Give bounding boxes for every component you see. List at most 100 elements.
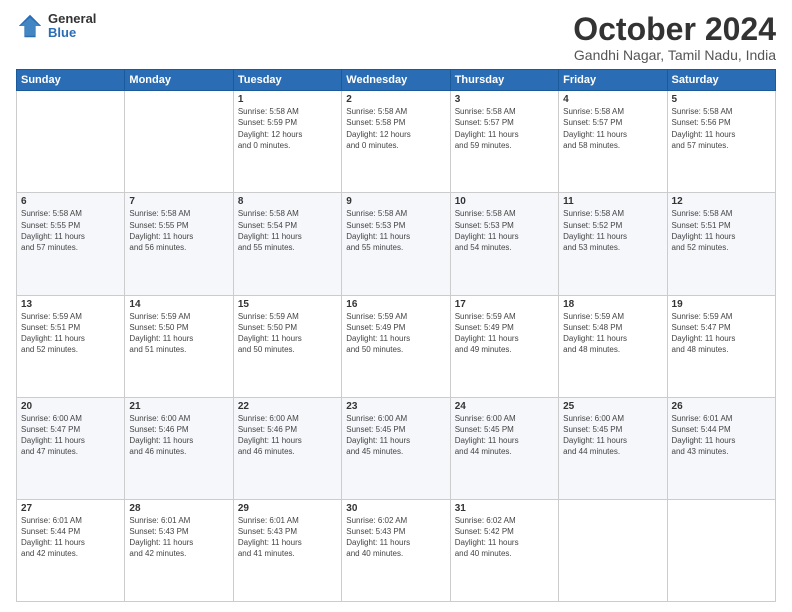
location: Gandhi Nagar, Tamil Nadu, India (573, 47, 776, 63)
day-info: Sunrise: 6:00 AM Sunset: 5:46 PM Dayligh… (238, 413, 337, 458)
day-number: 25 (563, 401, 662, 412)
day-info: Sunrise: 5:59 AM Sunset: 5:49 PM Dayligh… (346, 311, 445, 356)
logo-text: General Blue (48, 12, 96, 41)
day-info: Sunrise: 6:01 AM Sunset: 5:44 PM Dayligh… (672, 413, 771, 458)
day-info: Sunrise: 6:02 AM Sunset: 5:43 PM Dayligh… (346, 515, 445, 560)
day-number: 30 (346, 503, 445, 514)
day-number: 12 (672, 196, 771, 207)
calendar-cell: 23Sunrise: 6:00 AM Sunset: 5:45 PM Dayli… (342, 397, 450, 499)
day-number: 5 (672, 94, 771, 105)
day-info: Sunrise: 5:58 AM Sunset: 5:59 PM Dayligh… (238, 106, 337, 151)
day-number: 18 (563, 299, 662, 310)
day-info: Sunrise: 5:58 AM Sunset: 5:56 PM Dayligh… (672, 106, 771, 151)
day-number: 24 (455, 401, 554, 412)
calendar-cell: 24Sunrise: 6:00 AM Sunset: 5:45 PM Dayli… (450, 397, 558, 499)
day-number: 16 (346, 299, 445, 310)
calendar-week-2: 6Sunrise: 5:58 AM Sunset: 5:55 PM Daylig… (17, 193, 776, 295)
day-info: Sunrise: 5:58 AM Sunset: 5:52 PM Dayligh… (563, 208, 662, 253)
calendar-cell: 25Sunrise: 6:00 AM Sunset: 5:45 PM Dayli… (559, 397, 667, 499)
day-number: 19 (672, 299, 771, 310)
day-number: 27 (21, 503, 120, 514)
day-info: Sunrise: 5:58 AM Sunset: 5:57 PM Dayligh… (563, 106, 662, 151)
day-number: 15 (238, 299, 337, 310)
calendar-cell: 5Sunrise: 5:58 AM Sunset: 5:56 PM Daylig… (667, 91, 775, 193)
day-info: Sunrise: 5:58 AM Sunset: 5:53 PM Dayligh… (346, 208, 445, 253)
day-info: Sunrise: 5:59 AM Sunset: 5:51 PM Dayligh… (21, 311, 120, 356)
day-number: 11 (563, 196, 662, 207)
calendar-week-3: 13Sunrise: 5:59 AM Sunset: 5:51 PM Dayli… (17, 295, 776, 397)
title-block: October 2024 Gandhi Nagar, Tamil Nadu, I… (573, 12, 776, 63)
day-number: 22 (238, 401, 337, 412)
calendar-header-thursday: Thursday (450, 70, 558, 91)
calendar-cell (667, 499, 775, 601)
calendar-cell: 4Sunrise: 5:58 AM Sunset: 5:57 PM Daylig… (559, 91, 667, 193)
day-number: 31 (455, 503, 554, 514)
day-info: Sunrise: 5:58 AM Sunset: 5:51 PM Dayligh… (672, 208, 771, 253)
calendar-cell: 21Sunrise: 6:00 AM Sunset: 5:46 PM Dayli… (125, 397, 233, 499)
calendar-header-monday: Monday (125, 70, 233, 91)
logo: General Blue (16, 12, 96, 41)
day-info: Sunrise: 6:00 AM Sunset: 5:45 PM Dayligh… (455, 413, 554, 458)
day-number: 20 (21, 401, 120, 412)
calendar-cell: 9Sunrise: 5:58 AM Sunset: 5:53 PM Daylig… (342, 193, 450, 295)
calendar-cell: 6Sunrise: 5:58 AM Sunset: 5:55 PM Daylig… (17, 193, 125, 295)
calendar-week-1: 1Sunrise: 5:58 AM Sunset: 5:59 PM Daylig… (17, 91, 776, 193)
day-info: Sunrise: 6:01 AM Sunset: 5:44 PM Dayligh… (21, 515, 120, 560)
day-number: 6 (21, 196, 120, 207)
calendar-header-sunday: Sunday (17, 70, 125, 91)
calendar-cell: 15Sunrise: 5:59 AM Sunset: 5:50 PM Dayli… (233, 295, 341, 397)
calendar-cell: 2Sunrise: 5:58 AM Sunset: 5:58 PM Daylig… (342, 91, 450, 193)
day-number: 10 (455, 196, 554, 207)
calendar-cell: 10Sunrise: 5:58 AM Sunset: 5:53 PM Dayli… (450, 193, 558, 295)
day-info: Sunrise: 6:01 AM Sunset: 5:43 PM Dayligh… (129, 515, 228, 560)
calendar-header-tuesday: Tuesday (233, 70, 341, 91)
day-number: 4 (563, 94, 662, 105)
calendar-cell (125, 91, 233, 193)
calendar-cell: 22Sunrise: 6:00 AM Sunset: 5:46 PM Dayli… (233, 397, 341, 499)
calendar-week-5: 27Sunrise: 6:01 AM Sunset: 5:44 PM Dayli… (17, 499, 776, 601)
calendar-header-wednesday: Wednesday (342, 70, 450, 91)
calendar-cell: 28Sunrise: 6:01 AM Sunset: 5:43 PM Dayli… (125, 499, 233, 601)
day-info: Sunrise: 5:58 AM Sunset: 5:58 PM Dayligh… (346, 106, 445, 151)
day-info: Sunrise: 5:58 AM Sunset: 5:55 PM Dayligh… (129, 208, 228, 253)
day-number: 13 (21, 299, 120, 310)
day-number: 2 (346, 94, 445, 105)
calendar-cell: 20Sunrise: 6:00 AM Sunset: 5:47 PM Dayli… (17, 397, 125, 499)
month-title: October 2024 (573, 12, 776, 47)
day-info: Sunrise: 6:01 AM Sunset: 5:43 PM Dayligh… (238, 515, 337, 560)
calendar-week-4: 20Sunrise: 6:00 AM Sunset: 5:47 PM Dayli… (17, 397, 776, 499)
day-number: 1 (238, 94, 337, 105)
calendar-cell: 13Sunrise: 5:59 AM Sunset: 5:51 PM Dayli… (17, 295, 125, 397)
day-number: 17 (455, 299, 554, 310)
day-number: 29 (238, 503, 337, 514)
day-info: Sunrise: 5:59 AM Sunset: 5:49 PM Dayligh… (455, 311, 554, 356)
calendar-cell: 19Sunrise: 5:59 AM Sunset: 5:47 PM Dayli… (667, 295, 775, 397)
calendar-cell: 17Sunrise: 5:59 AM Sunset: 5:49 PM Dayli… (450, 295, 558, 397)
day-info: Sunrise: 5:58 AM Sunset: 5:55 PM Dayligh… (21, 208, 120, 253)
day-number: 28 (129, 503, 228, 514)
day-number: 26 (672, 401, 771, 412)
day-info: Sunrise: 5:58 AM Sunset: 5:54 PM Dayligh… (238, 208, 337, 253)
logo-general: General (48, 12, 96, 26)
day-number: 7 (129, 196, 228, 207)
day-number: 21 (129, 401, 228, 412)
day-info: Sunrise: 6:00 AM Sunset: 5:47 PM Dayligh… (21, 413, 120, 458)
calendar-cell (17, 91, 125, 193)
day-info: Sunrise: 5:59 AM Sunset: 5:50 PM Dayligh… (238, 311, 337, 356)
day-info: Sunrise: 5:58 AM Sunset: 5:57 PM Dayligh… (455, 106, 554, 151)
day-number: 23 (346, 401, 445, 412)
calendar-cell: 29Sunrise: 6:01 AM Sunset: 5:43 PM Dayli… (233, 499, 341, 601)
day-number: 8 (238, 196, 337, 207)
day-number: 3 (455, 94, 554, 105)
day-info: Sunrise: 5:59 AM Sunset: 5:47 PM Dayligh… (672, 311, 771, 356)
day-info: Sunrise: 5:59 AM Sunset: 5:48 PM Dayligh… (563, 311, 662, 356)
header: General Blue October 2024 Gandhi Nagar, … (16, 12, 776, 63)
calendar-cell: 16Sunrise: 5:59 AM Sunset: 5:49 PM Dayli… (342, 295, 450, 397)
calendar-cell: 14Sunrise: 5:59 AM Sunset: 5:50 PM Dayli… (125, 295, 233, 397)
logo-icon (16, 12, 44, 40)
calendar-header-saturday: Saturday (667, 70, 775, 91)
calendar-cell: 27Sunrise: 6:01 AM Sunset: 5:44 PM Dayli… (17, 499, 125, 601)
logo-blue: Blue (48, 26, 96, 40)
calendar-header-friday: Friday (559, 70, 667, 91)
calendar-table: SundayMondayTuesdayWednesdayThursdayFrid… (16, 69, 776, 602)
